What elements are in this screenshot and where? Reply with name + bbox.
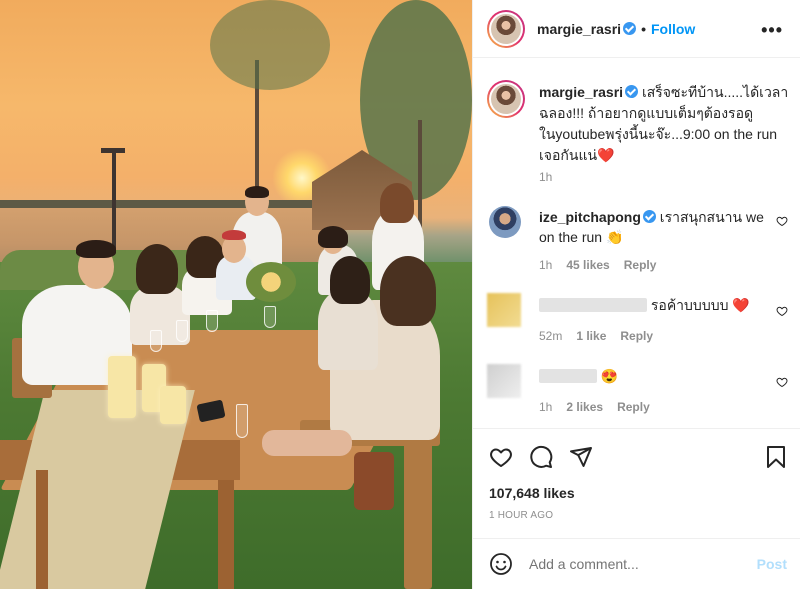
- candle: [108, 356, 136, 418]
- verified-badge-icon: [623, 22, 637, 35]
- commenter-avatar-blurred[interactable]: [487, 293, 521, 327]
- author-username[interactable]: margie_rasri: [537, 21, 621, 37]
- more-options-icon[interactable]: •••: [761, 20, 783, 41]
- comment-icon[interactable]: [529, 445, 553, 469]
- lamp-post: [112, 150, 116, 250]
- wine-glass: [206, 310, 218, 332]
- person-hair: [136, 244, 178, 294]
- person-hair: [76, 240, 116, 258]
- caption-author-avatar[interactable]: [487, 80, 525, 118]
- paper-plane-icon[interactable]: [569, 445, 593, 469]
- post-photo[interactable]: [0, 0, 472, 589]
- header-user-row: margie_rasri • Follow: [537, 21, 695, 37]
- comment-age[interactable]: 1h: [539, 258, 552, 272]
- post-timestamp[interactable]: 1 HOUR AGO: [489, 510, 553, 521]
- person-hair: [330, 256, 370, 304]
- verified-badge-icon: [625, 85, 639, 98]
- post-details-panel: margie_rasri • Follow ••• margie_rasri เสร…: [472, 0, 800, 589]
- comment-likes[interactable]: 45 likes: [566, 258, 609, 272]
- add-comment-input[interactable]: [529, 556, 729, 572]
- person-hair: [245, 186, 269, 198]
- separator-dot: •: [641, 21, 646, 37]
- person-legs: [262, 430, 352, 456]
- comment-meta: 1h 45 likes Reply: [539, 258, 656, 272]
- person-hair: [318, 226, 348, 248]
- post-comment-button[interactable]: Post: [757, 556, 787, 572]
- post-header: margie_rasri • Follow •••: [473, 0, 800, 58]
- caption-age[interactable]: 1h: [539, 170, 552, 184]
- follow-button[interactable]: Follow: [651, 21, 695, 37]
- table-leg: [36, 470, 48, 589]
- reply-button[interactable]: Reply: [617, 400, 650, 414]
- comment-like-heart-icon[interactable]: [776, 376, 788, 388]
- commenter-avatar-blurred[interactable]: [487, 364, 521, 398]
- reply-button[interactable]: Reply: [624, 258, 657, 272]
- person-hair: [380, 183, 414, 223]
- blurred-username: [539, 298, 647, 312]
- comment-text: รอค้าบบบบบ ❤️: [650, 297, 750, 313]
- comment-age[interactable]: 1h: [539, 400, 552, 414]
- comment: 😍: [539, 366, 769, 386]
- tree-canopy: [210, 0, 330, 90]
- flower-centerpiece: [246, 262, 296, 302]
- comment: ize_pitchapong เราสนุกสนาน we on the run…: [539, 207, 769, 247]
- comment-username[interactable]: ize_pitchapong: [539, 209, 641, 225]
- heart-icon[interactable]: [489, 445, 513, 469]
- comment-like-heart-icon[interactable]: [776, 305, 788, 317]
- comment-meta: 52m 1 like Reply: [539, 329, 653, 343]
- comment-meta: 1h 2 likes Reply: [539, 400, 650, 414]
- author-avatar[interactable]: [487, 10, 525, 48]
- person-hair: [380, 256, 436, 326]
- candle: [160, 386, 186, 424]
- comment-like-heart-icon[interactable]: [776, 215, 788, 227]
- blurred-username: [539, 369, 597, 383]
- verified-badge-icon: [642, 210, 656, 223]
- lamp-head: [101, 148, 125, 153]
- wine-glass: [176, 320, 188, 342]
- comment-text: 😍: [600, 368, 619, 384]
- commenter-avatar[interactable]: [489, 206, 521, 238]
- comment-likes[interactable]: 2 likes: [566, 400, 603, 414]
- table-leg: [218, 480, 234, 589]
- person-cap: [222, 230, 246, 240]
- water-glass: [236, 404, 248, 438]
- wine-glass: [150, 330, 162, 352]
- bookmark-icon[interactable]: [765, 445, 787, 469]
- post-actions: [473, 428, 800, 538]
- wine-glass: [264, 306, 276, 328]
- add-comment-bar: Post: [473, 538, 800, 589]
- likes-count[interactable]: 107,648 likes: [489, 485, 575, 501]
- caption-username[interactable]: margie_rasri: [539, 84, 623, 100]
- handbag: [354, 452, 394, 510]
- reply-button[interactable]: Reply: [620, 329, 653, 343]
- emoji-icon[interactable]: [489, 552, 513, 576]
- comment-age[interactable]: 52m: [539, 329, 562, 343]
- comment: รอค้าบบบบบ ❤️: [539, 295, 769, 315]
- comment-likes[interactable]: 1 like: [576, 329, 606, 343]
- post-caption: margie_rasri เสร็จซะทีบ้าน.....ได้เวลาฉล…: [539, 82, 789, 166]
